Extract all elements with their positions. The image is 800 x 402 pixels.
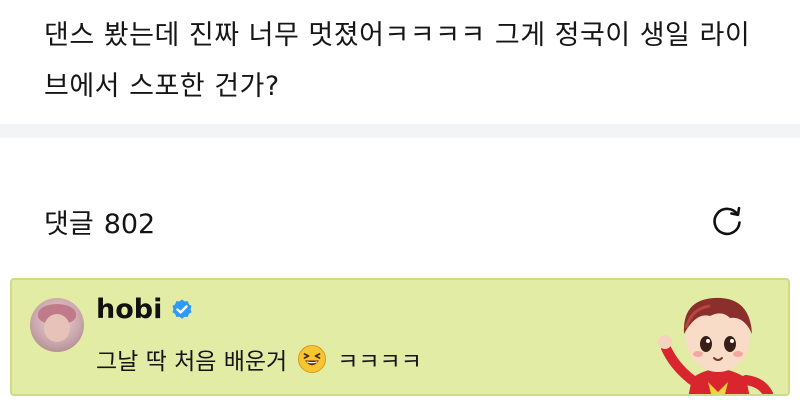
laughing-emoji-icon bbox=[298, 345, 327, 373]
comment-text: 그날 딱 처음 배운거 ㅋㅋㅋㅋ bbox=[96, 342, 422, 376]
refresh-icon bbox=[713, 206, 741, 236]
comments-title: 댓글 802 bbox=[44, 202, 155, 241]
comments-label: 댓글 bbox=[44, 209, 94, 240]
pinned-comment[interactable]: hobi 그날 딱 처음 배운거 ㅋㅋㅋㅋ bbox=[10, 278, 790, 396]
refresh-button[interactable] bbox=[704, 198, 750, 244]
post-body: 댄스 봤는데 진짜 너무 멋졌어ㅋㅋㅋㅋ 그게 정국이 생일 라이브에서 스포한… bbox=[0, 0, 800, 124]
comments-header: 댓글 802 bbox=[0, 138, 800, 274]
author-row: hobi bbox=[96, 294, 194, 325]
comment-text-main: 그날 딱 처음 배운거 bbox=[96, 349, 288, 375]
avatar[interactable] bbox=[30, 298, 84, 352]
comments-count: 802 bbox=[103, 209, 156, 240]
comment-text-laugh: ㅋㅋㅋㅋ bbox=[337, 349, 422, 375]
character-sticker-icon bbox=[658, 297, 773, 394]
section-divider bbox=[0, 124, 800, 138]
avatar-face bbox=[44, 314, 70, 342]
author-name[interactable]: hobi bbox=[96, 294, 162, 325]
post-text: 댄스 봤는데 진짜 너무 멋졌어ㅋㅋㅋㅋ 그게 정국이 생일 라이브에서 스포한… bbox=[44, 20, 751, 102]
verified-badge-icon bbox=[172, 299, 192, 319]
